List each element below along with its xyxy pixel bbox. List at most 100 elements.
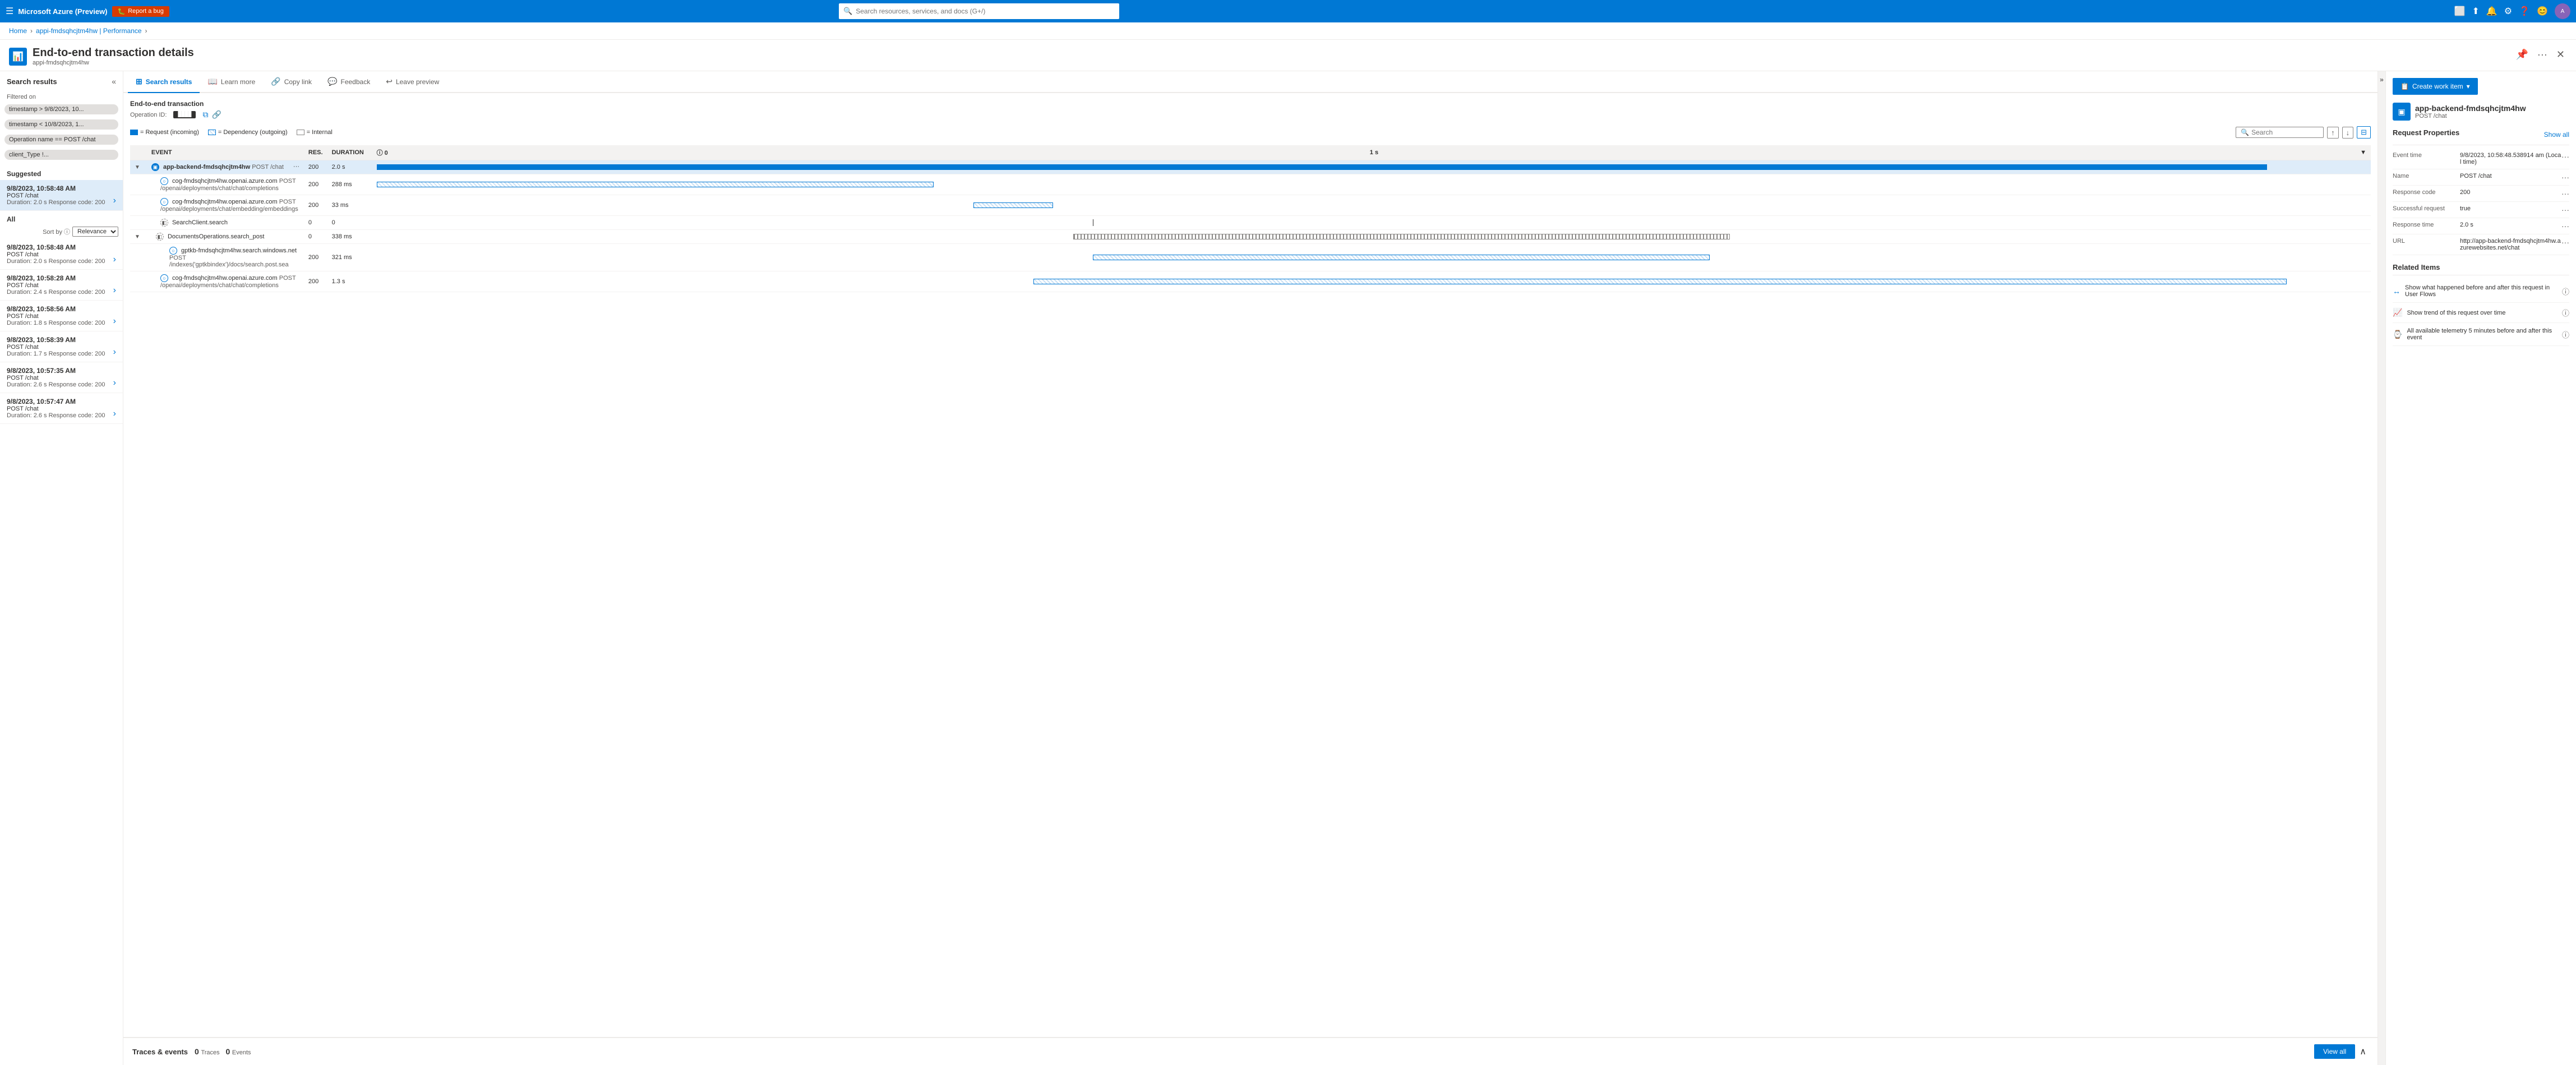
transaction-area: End-to-end transaction Operation ID: ███…: [123, 93, 2378, 1037]
filter-icon[interactable]: ▼: [2360, 149, 2366, 156]
table-row[interactable]: ○ cog-fmdsqhcjtm4hw.openai.azure.com POS…: [130, 174, 2371, 195]
tab-learn-more[interactable]: 📖 Learn more: [200, 71, 263, 93]
related-items-section: Related Items ↔ Show what happened befor…: [2393, 263, 2569, 346]
trend-icon: 📈: [2393, 308, 2402, 317]
prop-more-button[interactable]: ···: [2561, 152, 2569, 161]
related-item-1[interactable]: 📈 Show trend of this request over time ⓘ: [2393, 303, 2569, 323]
table-row[interactable]: ▼ ◧ DocumentsOperations.search_post 0 33…: [130, 230, 2371, 244]
page-title: End-to-end transaction details: [33, 47, 194, 59]
copy-op-icon[interactable]: ⧉: [202, 110, 208, 119]
prop-url: URL http://app-backend-fmdsqhcjtm4hw.azu…: [2393, 234, 2569, 255]
filter-tag-0[interactable]: timestamp > 9/8/2023, 10...: [4, 104, 118, 114]
filter-up-button[interactable]: ↑: [2327, 127, 2339, 139]
result-item-4[interactable]: 9/8/2023, 10:57:35 AM POST /chat Duratio…: [0, 362, 123, 393]
table-row[interactable]: ○ cog-fmdsqhcjtm4hw.openai.azure.com POS…: [130, 195, 2371, 216]
view-all-button[interactable]: View all: [2314, 1044, 2355, 1059]
learn-more-tab-icon: 📖: [207, 77, 217, 86]
result-item-5[interactable]: 9/8/2023, 10:57:47 AM POST /chat Duratio…: [0, 393, 123, 424]
avatar[interactable]: A: [2555, 3, 2570, 19]
legend-dependency: = Dependency (outgoing): [208, 129, 288, 136]
help-icon[interactable]: ❓: [2519, 6, 2530, 17]
row-more-button[interactable]: ···: [293, 163, 299, 170]
table-row[interactable]: ▼ ▣ app-backend-fmdsqhcjtm4hw POST /chat…: [130, 160, 2371, 174]
expand-icon[interactable]: ▼: [135, 234, 140, 240]
link-op-icon[interactable]: 🔗: [211, 110, 221, 119]
filter-tag-3[interactable]: client_Type !...: [4, 150, 118, 160]
table-row[interactable]: ○ cog-fmdsqhcjtm4hw.openai.azure.com POS…: [130, 271, 2371, 292]
duration-bar: [377, 278, 2366, 285]
prop-more-button[interactable]: ···: [2561, 205, 2569, 214]
duration-bar: [377, 181, 2366, 188]
center-panel: ⊞ Search results 📖 Learn more 🔗 Copy lin…: [123, 71, 2378, 1065]
tab-search-results[interactable]: ⊞ Search results: [128, 71, 200, 93]
prop-more-button[interactable]: ···: [2561, 173, 2569, 182]
table-row[interactable]: ◧ SearchClient.search 0 0: [130, 216, 2371, 230]
search-results-tab-icon: ⊞: [136, 77, 142, 86]
close-button[interactable]: ✕: [2554, 47, 2567, 63]
arrow-icon: ›: [113, 285, 116, 296]
tab-leave-preview[interactable]: ↩ Leave preview: [378, 71, 447, 93]
filter-down-button[interactable]: ↓: [2342, 127, 2354, 139]
related-items-title: Related Items: [2393, 263, 2569, 275]
page-subtitle: appi-fmdsqhcjtm4hw: [33, 59, 194, 66]
filter-tag-1[interactable]: timestamp < 10/8/2023, 1...: [4, 119, 118, 130]
dep-row-icon: ○: [160, 274, 168, 282]
more-button[interactable]: ···: [2535, 47, 2550, 63]
event-search-icon: 🔍: [2241, 128, 2249, 136]
arrow-icon: ›: [113, 409, 116, 419]
arrow-icon: ›: [113, 378, 116, 388]
result-item-1[interactable]: 9/8/2023, 10:58:28 AM POST /chat Duratio…: [0, 270, 123, 301]
prop-more-button[interactable]: ···: [2561, 238, 2569, 247]
global-search-bar[interactable]: 🔍: [839, 3, 1119, 19]
brand-text: Microsoft Azure (Preview): [18, 7, 107, 16]
dep-row-icon: ○: [169, 247, 177, 255]
show-all-link[interactable]: Show all: [2544, 131, 2569, 139]
prop-more-button[interactable]: ···: [2561, 189, 2569, 198]
copy-link-tab-icon: 🔗: [271, 77, 280, 86]
settings-icon[interactable]: ⚙: [2504, 6, 2512, 17]
sort-select[interactable]: Relevance: [72, 227, 118, 237]
info-icon-1[interactable]: ⓘ: [2562, 307, 2569, 318]
expand-icon[interactable]: ▼: [135, 164, 140, 170]
filter-tag-2[interactable]: Operation name == POST /chat: [4, 135, 118, 145]
hamburger-icon[interactable]: ☰: [6, 6, 13, 17]
dep-row-icon: ○: [160, 198, 168, 206]
legend: = Request (incoming) = Dependency (outgo…: [130, 124, 2371, 141]
global-search-input[interactable]: [856, 7, 1115, 15]
create-work-item-button[interactable]: 📋 Create work item ▾: [2393, 78, 2478, 95]
sidebar-collapse-button[interactable]: «: [112, 77, 116, 86]
duration-bar: [377, 219, 2366, 226]
event-search-box[interactable]: 🔍: [2236, 127, 2324, 138]
filter-funnel-button[interactable]: ⊟: [2357, 126, 2371, 139]
bell-icon[interactable]: 🔔: [2486, 6, 2497, 17]
request-properties-title: Request Properties: [2393, 128, 2459, 140]
table-row[interactable]: ○ gptkb-fmdsqhcjtm4hw.search.windows.net…: [130, 244, 2371, 271]
info-icon-2[interactable]: ⓘ: [2562, 329, 2569, 340]
related-item-2[interactable]: ⌚ All available telemetry 5 minutes befo…: [2393, 323, 2569, 346]
tab-feedback[interactable]: 💬 Feedback: [320, 71, 378, 93]
tab-copy-link[interactable]: 🔗 Copy link: [263, 71, 320, 93]
result-item-2[interactable]: 9/8/2023, 10:58:56 AM POST /chat Duratio…: [0, 301, 123, 331]
upload-icon[interactable]: ⬆: [2472, 6, 2479, 17]
breadcrumb-home[interactable]: Home: [9, 27, 27, 35]
event-search-input[interactable]: [2251, 128, 2319, 136]
collapse-traces-button[interactable]: ∧: [2357, 1044, 2369, 1059]
result-item-suggested[interactable]: 9/8/2023, 10:58:48 AM POST /chat Duratio…: [0, 180, 123, 211]
info-icon-0[interactable]: ⓘ: [2562, 286, 2569, 297]
right-panel-toggle[interactable]: »: [2378, 71, 2385, 1065]
report-bug-button[interactable]: 🐛 Report a bug: [112, 6, 169, 17]
sidebar: Search results « Filtered on timestamp >…: [0, 71, 123, 1065]
breadcrumb-resource[interactable]: appi-fmdsqhcjtm4hw | Performance: [36, 27, 142, 35]
filter-label: Filtered on: [4, 94, 118, 100]
feedback-nav-icon[interactable]: 😊: [2537, 6, 2548, 17]
app-subtitle: POST /chat: [2415, 113, 2526, 119]
related-item-0[interactable]: ↔ Show what happened before and after th…: [2393, 280, 2569, 303]
result-item-3[interactable]: 9/8/2023, 10:58:39 AM POST /chat Duratio…: [0, 331, 123, 362]
pin-button[interactable]: 📌: [2514, 47, 2531, 63]
result-item-0[interactable]: 9/8/2023, 10:58:48 AM POST /chat Duratio…: [0, 239, 123, 270]
duration-bar: [377, 164, 2366, 170]
prop-more-button[interactable]: ···: [2561, 222, 2569, 230]
cloud-shell-icon[interactable]: ⬜: [2454, 6, 2466, 17]
legend-request: = Request (incoming): [130, 129, 199, 136]
prop-response-time: Response time 2.0 s ···: [2393, 218, 2569, 234]
